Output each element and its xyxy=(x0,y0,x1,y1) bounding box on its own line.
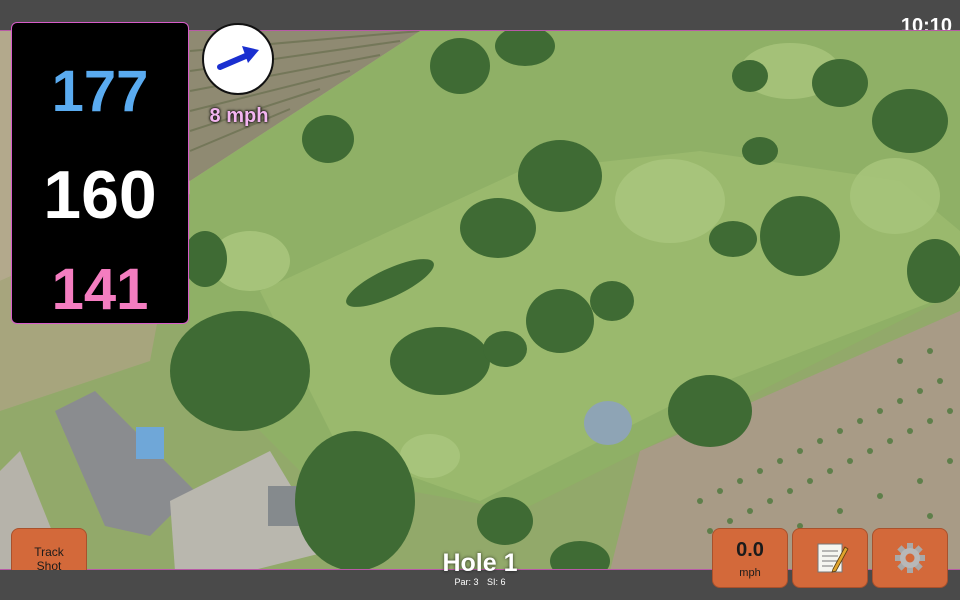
distance-back: 177 xyxy=(51,59,149,124)
track-shot-label-line1: Track xyxy=(34,545,64,559)
distance-panel: 177 160 141 xyxy=(11,22,189,324)
hole-info: Par: 3 SI: 6 xyxy=(400,577,560,588)
speed-button[interactable]: 0.0 mph xyxy=(712,528,788,588)
hole-par: Par: 3 xyxy=(454,577,479,587)
speed-value: 0.0 xyxy=(736,539,764,561)
distance-middle: 160 xyxy=(43,157,157,233)
notepad-icon xyxy=(817,543,849,573)
settings-button[interactable] xyxy=(872,528,948,588)
wind-speed: 8 mph xyxy=(209,105,269,127)
gear-icon xyxy=(895,543,925,573)
distance-front: 141 xyxy=(51,257,149,322)
notes-button[interactable] xyxy=(792,528,868,588)
hole-stroke-index: SI: 6 xyxy=(487,577,506,587)
wind-indicator[interactable] xyxy=(202,23,274,95)
wind-direction-arrow-icon xyxy=(217,46,259,70)
speed-unit: mph xyxy=(739,567,761,579)
hole-title: Hole 1 xyxy=(442,549,518,577)
